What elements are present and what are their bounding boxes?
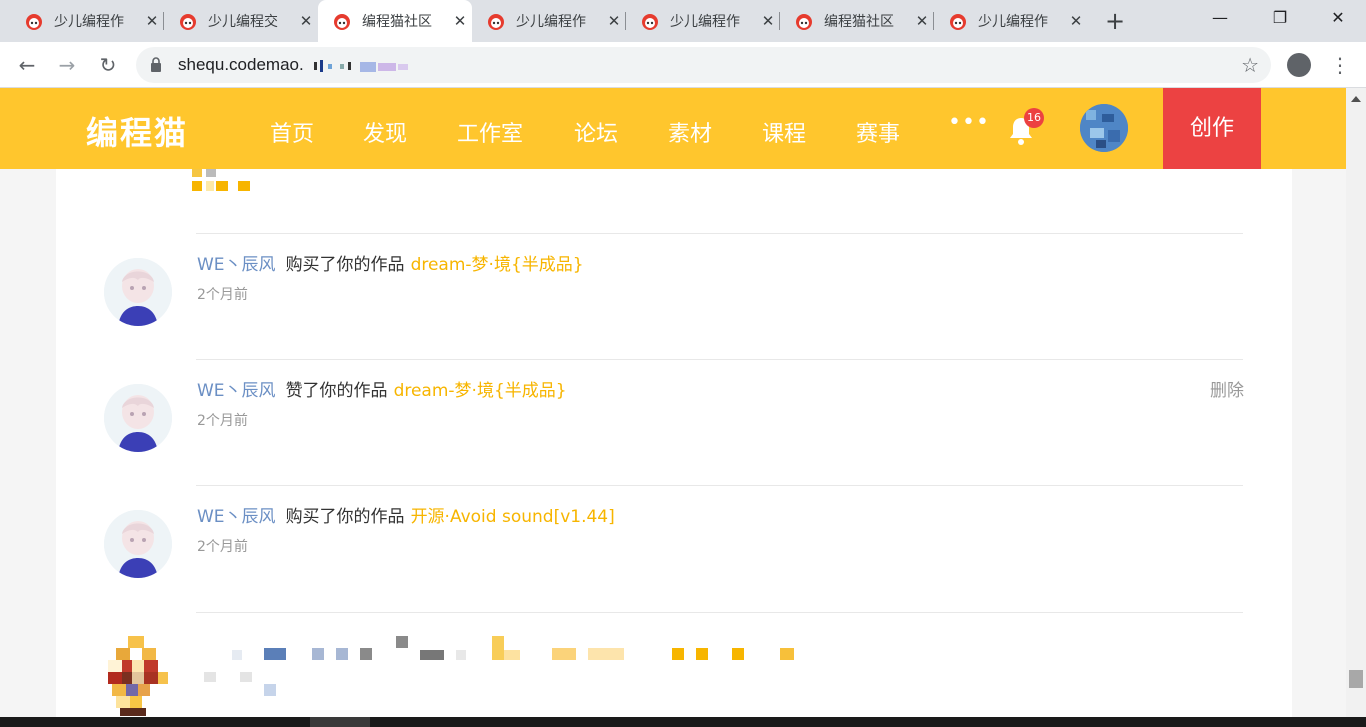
sender-name[interactable]: WE丶辰风 — [197, 381, 276, 401]
work-link[interactable]: dream-梦·境{半成品} — [394, 381, 567, 401]
sender-name[interactable]: WE丶辰风 — [197, 507, 276, 527]
sender-avatar[interactable] — [104, 258, 172, 326]
delete-button[interactable]: 删除 — [1210, 376, 1244, 401]
lock-icon — [151, 57, 161, 72]
notification-badge: 16 — [1024, 108, 1044, 128]
reload-icon[interactable]: ↻ — [93, 50, 123, 80]
codemao-favicon-icon — [26, 14, 42, 30]
message-divider — [196, 612, 1243, 613]
tab-title: 少儿编程作 — [670, 14, 740, 30]
message-action: 赞了你的作品 — [285, 381, 388, 401]
message-time: 2个月前 — [197, 539, 248, 555]
vertical-scrollbar[interactable] — [1346, 88, 1366, 717]
browser-tab-active[interactable]: 编程猫社区 ✕ — [318, 0, 472, 42]
message-item: WE丶辰风 购买了你的作品 开源·Avoid sound[v1.44] 2个月前 — [104, 486, 1244, 612]
browser-tab[interactable]: 少儿编程交 ✕ — [164, 0, 318, 42]
browser-tab[interactable]: 少儿编程作 ✕ — [0, 0, 164, 42]
minimize-icon[interactable]: — — [1190, 0, 1250, 36]
close-tab-icon[interactable]: ✕ — [1068, 12, 1084, 30]
message-time: 2个月前 — [197, 287, 248, 303]
close-tab-icon[interactable]: ✕ — [298, 12, 314, 30]
nav-discover[interactable]: 发现 — [363, 116, 407, 148]
browser-tab-strip: 少儿编程作 ✕ 少儿编程交 ✕ 编程猫社区 ✕ 少儿编程作 ✕ 少儿编程作 ✕ … — [0, 0, 1366, 42]
close-tab-icon[interactable]: ✕ — [914, 12, 930, 30]
close-tab-icon[interactable]: ✕ — [760, 12, 776, 30]
blurred-content — [192, 169, 250, 191]
page-viewport: 编程猫 首页 发现 工作室 论坛 素材 课程 赛事 ••• 16 创作 WE丶辰… — [0, 88, 1346, 717]
message-text: WE丶辰风 赞了你的作品 dream-梦·境{半成品} — [197, 376, 567, 401]
codemao-favicon-icon — [642, 14, 658, 30]
codemao-favicon-icon — [180, 14, 196, 30]
sender-avatar[interactable] — [104, 510, 172, 578]
blurred-avatar — [108, 636, 168, 716]
tab-title: 少儿编程交 — [208, 14, 278, 30]
os-taskbar — [0, 717, 1366, 727]
message-text: WE丶辰风 购买了你的作品 dream-梦·境{半成品} — [197, 250, 584, 275]
sender-name[interactable]: WE丶辰风 — [197, 255, 276, 275]
tab-title: 编程猫社区 — [824, 14, 894, 30]
create-button[interactable]: 创作 — [1163, 88, 1261, 169]
sender-avatar[interactable] — [104, 384, 172, 452]
tab-title: 编程猫社区 — [362, 14, 432, 30]
blurred-message-text — [204, 636, 794, 696]
site-logo[interactable]: 编程猫 — [86, 108, 188, 154]
work-link[interactable]: 开源·Avoid sound[v1.44] — [411, 507, 615, 527]
message-time: 2个月前 — [197, 413, 248, 429]
message-action: 购买了你的作品 — [285, 255, 405, 275]
codemao-favicon-icon — [488, 14, 504, 30]
tab-title: 少儿编程作 — [978, 14, 1048, 30]
message-text: WE丶辰风 购买了你的作品 开源·Avoid sound[v1.44] — [197, 502, 615, 527]
browser-toolbar: ← → ↻ shequ.codemao. ☆ ⋮ — [0, 42, 1366, 88]
site-header: 编程猫 首页 发现 工作室 论坛 素材 课程 赛事 ••• 16 创作 — [0, 88, 1346, 169]
codemao-favicon-icon — [796, 14, 812, 30]
blurred-url-path — [314, 60, 408, 72]
profile-icon[interactable] — [1287, 53, 1311, 77]
browser-tab[interactable]: 少儿编程作 ✕ — [626, 0, 780, 42]
nav-materials[interactable]: 素材 — [668, 116, 712, 148]
close-window-icon[interactable]: ✕ — [1308, 0, 1366, 36]
codemao-favicon-icon — [334, 14, 350, 30]
taskbar-item[interactable] — [310, 717, 370, 727]
browser-tab[interactable]: 少儿编程作 ✕ — [934, 0, 1088, 42]
codemao-favicon-icon — [950, 14, 966, 30]
work-link[interactable]: dream-梦·境{半成品} — [411, 255, 584, 275]
message-item: WE丶辰风 购买了你的作品 dream-梦·境{半成品} 2个月前 — [104, 234, 1244, 360]
tab-title: 少儿编程作 — [54, 14, 124, 30]
tab-title: 少儿编程作 — [516, 14, 586, 30]
close-tab-icon[interactable]: ✕ — [452, 12, 468, 30]
nav-courses[interactable]: 课程 — [762, 116, 806, 148]
message-action: 购买了你的作品 — [285, 507, 405, 527]
nav-forum[interactable]: 论坛 — [574, 116, 618, 148]
scroll-up-icon[interactable] — [1351, 96, 1361, 102]
restore-icon[interactable]: ❐ — [1250, 0, 1310, 36]
address-bar[interactable]: shequ.codemao. ☆ — [136, 47, 1271, 83]
browser-tab[interactable]: 编程猫社区 ✕ — [780, 0, 934, 42]
nav-contests[interactable]: 赛事 — [856, 116, 900, 148]
bookmark-star-icon[interactable]: ☆ — [1241, 53, 1259, 77]
nav-home[interactable]: 首页 — [270, 116, 314, 148]
forward-arrow-icon[interactable]: → — [52, 50, 82, 80]
message-item: WE丶辰风 赞了你的作品 dream-梦·境{半成品} 2个月前 删除 — [104, 360, 1244, 486]
close-tab-icon[interactable]: ✕ — [144, 12, 160, 30]
nav-studio[interactable]: 工作室 — [457, 116, 523, 148]
back-arrow-icon[interactable]: ← — [12, 50, 42, 80]
browser-tab[interactable]: 少儿编程作 ✕ — [472, 0, 626, 42]
close-tab-icon[interactable]: ✕ — [606, 12, 622, 30]
url-text: shequ.codemao. — [178, 55, 304, 74]
more-menu-icon[interactable]: ••• — [948, 110, 990, 135]
kebab-menu-icon[interactable]: ⋮ — [1330, 52, 1350, 78]
new-tab-button[interactable]: + — [1101, 8, 1129, 36]
scrollbar-thumb[interactable] — [1349, 670, 1363, 688]
user-avatar[interactable] — [1080, 104, 1128, 152]
